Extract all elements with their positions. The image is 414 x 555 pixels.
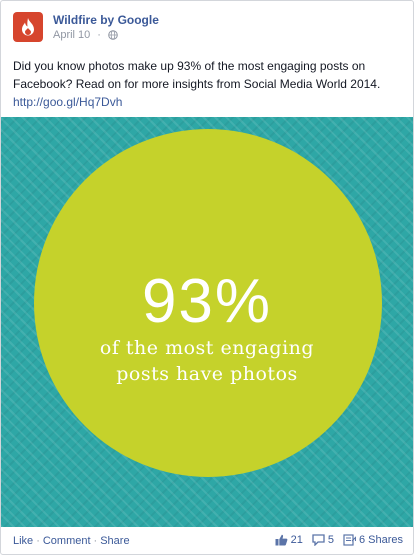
- share-icon: [343, 534, 356, 546]
- comment-link[interactable]: Comment: [43, 535, 91, 547]
- action-separator: ·: [36, 535, 40, 547]
- wildfire-logo-avatar[interactable]: [13, 12, 43, 42]
- facebook-post-card: Wildfire by Google April 10 · Did you kn…: [0, 0, 414, 555]
- action-separator: ·: [93, 535, 98, 547]
- post-link[interactable]: http://goo.gl/Hq7Dvh: [13, 95, 122, 109]
- post-meta: April 10 ·: [53, 29, 118, 41]
- post-date-link[interactable]: April 10: [53, 29, 90, 41]
- post-message-text: Did you know photos make up 93% of the m…: [13, 59, 381, 91]
- meta-separator: ·: [97, 29, 101, 41]
- stat-caption-line2: posts have photos: [116, 363, 298, 385]
- page-name-link[interactable]: Wildfire by Google: [53, 13, 159, 27]
- comments-count: 5: [327, 534, 334, 546]
- post-footer: Like · Comment · Share 21 5 6 Shares: [13, 534, 403, 549]
- post-photo[interactable]: 93% of the most engaging posts have phot…: [1, 117, 413, 527]
- thumbs-up-icon: [275, 534, 287, 546]
- post-message: Did you know photos make up 93% of the m…: [13, 57, 403, 111]
- flame-icon: [22, 18, 34, 36]
- comment-bubble-icon: [312, 534, 325, 546]
- stat-caption: of the most engaging posts have photos: [1, 335, 413, 387]
- like-link[interactable]: Like: [13, 535, 33, 547]
- globe-icon[interactable]: [108, 30, 118, 40]
- post-stats: 21 5 6 Shares: [275, 534, 403, 546]
- likes-stat[interactable]: 21: [275, 534, 303, 546]
- shares-stat[interactable]: 6 Shares: [343, 534, 403, 546]
- share-link[interactable]: Share: [100, 535, 129, 547]
- stat-caption-line1: of the most engaging: [99, 337, 315, 359]
- comments-stat[interactable]: 5: [312, 534, 334, 546]
- shares-count: 6 Shares: [358, 534, 403, 546]
- post-actions: Like · Comment · Share: [13, 535, 130, 547]
- stat-number: 93%: [141, 267, 273, 336]
- likes-count: 21: [290, 534, 303, 546]
